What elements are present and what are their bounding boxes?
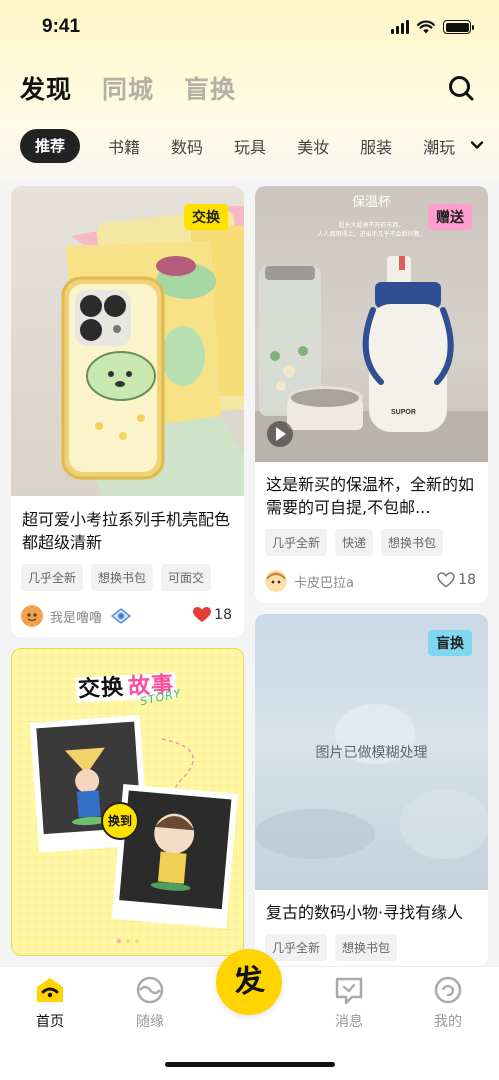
tab-blind-swap[interactable]: 盲换	[184, 70, 236, 106]
random-icon	[136, 976, 164, 1004]
item-title: 复古的数码小物·寻找有缘人	[266, 903, 464, 922]
badge-gift: 赠送	[428, 204, 472, 230]
wifi-icon	[417, 20, 435, 34]
author-name: 卡皮巴拉a	[294, 575, 354, 591]
item-title: 这是新买的保温杯，全新的如需要的可自提,不包邮...	[266, 475, 475, 517]
nav-messages[interactable]: 消息	[319, 975, 379, 1031]
tag: 几乎全新	[265, 529, 328, 556]
tag-list: 几乎全新 快递 想换书包	[255, 529, 488, 556]
tag: 可面交	[161, 564, 212, 591]
home-icon	[37, 978, 63, 1002]
category-digital[interactable]: 数码	[171, 134, 203, 158]
tag: 想换书包	[91, 564, 154, 591]
blur-notice: 图片已做模糊处理	[315, 745, 428, 761]
main-tabs: 发现 同城 盲换	[20, 70, 236, 109]
like-count: 18	[458, 572, 476, 588]
item-image-thermos: SUPOR 保温杯 超长大超高不开的东西， 人人都用得上，进出手几乎不会断问题。…	[255, 186, 488, 462]
nav-label: 消息	[335, 1014, 363, 1030]
nav-profile[interactable]: 我的	[418, 975, 478, 1031]
profile-icon	[434, 976, 462, 1004]
thermos-brand: SUPOR	[391, 409, 416, 416]
nav-label: 随缘	[136, 1014, 164, 1030]
item-image-blurred: 盲换 图片已做模糊处理	[255, 614, 488, 890]
tag: 几乎全新	[21, 564, 84, 591]
tag: 快递	[335, 529, 374, 556]
category-clothing[interactable]: 服装	[360, 134, 392, 158]
tag: 想换书包	[381, 529, 444, 556]
avatar	[265, 570, 287, 592]
category-beauty[interactable]: 美妆	[297, 134, 329, 158]
author-name: 我是噜噜	[50, 610, 103, 626]
item-image-phone-case: 交换	[11, 186, 244, 496]
tag-list: 几乎全新 想换书包 可面交	[11, 564, 244, 591]
tab-discover[interactable]: 发现	[20, 70, 73, 109]
like-count: 18	[214, 607, 232, 623]
message-icon	[335, 977, 363, 1005]
story-banner-card[interactable]: 交换 故事 STORY 换到	[11, 648, 244, 956]
search-icon[interactable]	[447, 74, 475, 102]
nav-label: 我的	[434, 1014, 462, 1030]
tab-local[interactable]: 同城	[102, 70, 154, 106]
nav-home[interactable]: 首页	[20, 975, 80, 1031]
item-card-blind-swap[interactable]: 盲换 图片已做模糊处理 复古的数码小物·寻找有缘人 几乎全新 想换书包	[255, 614, 488, 966]
avatar	[21, 605, 43, 627]
tag: 几乎全新	[265, 934, 328, 961]
category-books[interactable]: 书籍	[108, 134, 140, 158]
tag: 想换书包	[335, 934, 398, 961]
home-indicator	[165, 1062, 335, 1067]
status-time: 9:41	[42, 16, 81, 37]
phone-case-illustration	[61, 206, 244, 496]
swap-label: 换到	[107, 814, 132, 828]
status-icons	[391, 20, 474, 34]
story-title-exchange: 交换	[75, 675, 127, 703]
like-button[interactable]: 18	[193, 607, 232, 623]
nav-label: 首页	[36, 1014, 64, 1030]
heart-outline-icon	[437, 572, 455, 588]
badge-blind-swap: 盲换	[428, 630, 472, 656]
category-recommended[interactable]: 推荐	[20, 129, 81, 163]
category-trendy-toys[interactable]: 潮玩	[423, 134, 455, 158]
item-title: 超可爱小考拉系列手机壳配色都超级清新	[22, 510, 231, 552]
author-row[interactable]: 我是噜噜 18	[11, 605, 244, 627]
image-caption: 人人都用得上，进出手几乎不会断问题。	[317, 231, 426, 238]
tag-list: 几乎全新 想换书包	[255, 934, 488, 961]
category-row: 推荐 书籍 数码 玩具 美妆 服装 潮玩	[20, 129, 455, 163]
heart-filled-icon	[193, 607, 212, 622]
category-toys[interactable]: 玩具	[234, 134, 266, 158]
battery-icon	[443, 20, 474, 34]
nav-random[interactable]: 随缘	[120, 975, 180, 1031]
cellular-signal-icon	[391, 20, 409, 34]
verified-badge-icon	[111, 608, 131, 624]
badge-exchange: 交换	[184, 204, 228, 230]
item-card-phone-case[interactable]: 交换 超可爱小考拉系列手机壳配色都超级清新 几乎全新 想换书包 可面交 我是噜噜…	[11, 186, 244, 637]
like-button[interactable]: 18	[437, 572, 476, 588]
author-row[interactable]: 卡皮巴拉a 18	[255, 570, 488, 592]
status-bar: 9:41	[0, 0, 499, 58]
item-card-thermos[interactable]: SUPOR 保温杯 超长大超高不开的东西， 人人都用得上，进出手几乎不会断问题。…	[255, 186, 488, 603]
chevron-down-icon[interactable]	[469, 137, 485, 153]
